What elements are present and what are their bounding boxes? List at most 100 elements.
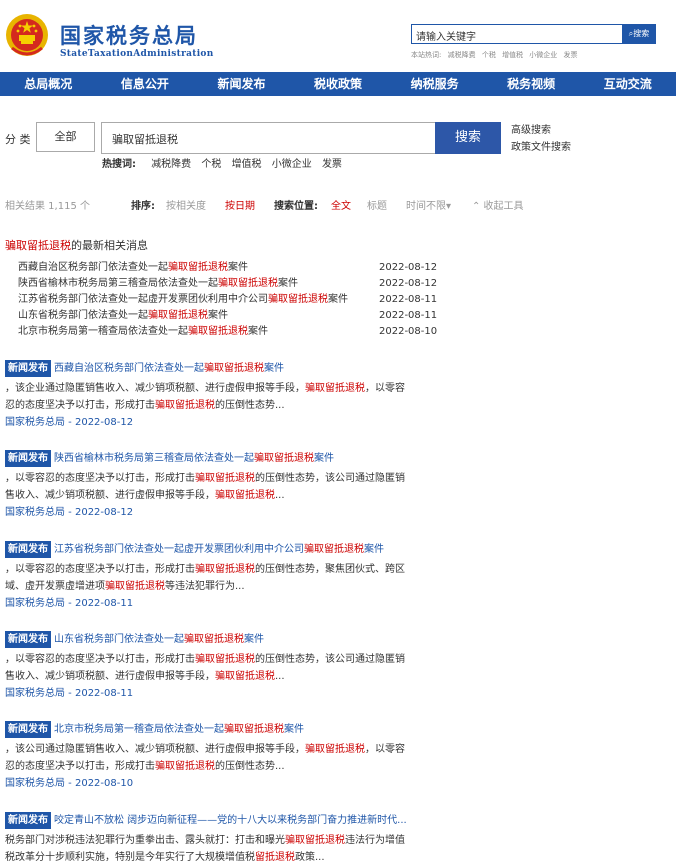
- category-select[interactable]: 全部: [36, 122, 95, 152]
- search-result: 新闻发布 北京市税务局第一稽查局依法查处一起骗取留抵退税案件 ，该公司通过隐匿销售…: [5, 720, 435, 792]
- result-summary: 税务部门对涉税违法犯罪行为重拳出击、露头就打：打击和曝光骗取留抵退税违法行为增值…: [5, 835, 405, 863]
- hot-word-link[interactable]: 个税: [482, 51, 496, 59]
- hot-search-words: 热搜词: 减税降费 个税 增值税 小微企业 发票: [102, 155, 349, 170]
- result-title-link[interactable]: 西藏自治区税务部门依法查处一起骗取留抵退税案件: [54, 363, 284, 374]
- latest-item[interactable]: 西藏自治区税务部门依法查处一起骗取留抵退税案件 2022-08-12: [18, 260, 448, 276]
- hot-search-word[interactable]: 发票: [322, 159, 342, 170]
- main-search-input[interactable]: 骗取留抵退税: [101, 122, 436, 154]
- latest-item[interactable]: 江苏省税务部门依法查处一起虚开发票团伙利用中介公司骗取留抵退税案件 2022-0…: [18, 292, 448, 308]
- hot-word-link[interactable]: 增值税: [502, 51, 523, 59]
- latest-item-keyword[interactable]: 骗取留抵退税: [218, 278, 278, 289]
- result-summary: ，以零容忍的态度坚决予以打击，形成打击骗取留抵退税的压倒性态势，该公司通过隐匿销…: [5, 473, 405, 501]
- national-emblem-icon[interactable]: [4, 10, 50, 60]
- hot-search-word[interactable]: 减税降费: [151, 159, 191, 170]
- latest-item-text[interactable]: 案件: [208, 310, 228, 321]
- latest-item-keyword[interactable]: 骗取留抵退税: [148, 310, 208, 321]
- hot-search-word[interactable]: 小微企业: [272, 159, 312, 170]
- result-source[interactable]: 国家税务总局 - 2022-08-10: [5, 775, 435, 792]
- nav-item-news[interactable]: 新闻发布: [193, 72, 290, 96]
- nav-item-overview[interactable]: 总局概况: [0, 72, 97, 96]
- nav-item-tax-service[interactable]: 纳税服务: [386, 72, 483, 96]
- result-source[interactable]: 国家税务总局 - 2022-08-11: [5, 595, 435, 612]
- latest-keyword: 骗取留抵退税: [5, 239, 71, 252]
- latest-item-date: 2022-08-12: [379, 278, 438, 289]
- nav-item-tax-video[interactable]: 税务视频: [483, 72, 580, 96]
- result-category-tag[interactable]: 新闻发布: [5, 631, 51, 648]
- latest-item[interactable]: 山东省税务部门依法查处一起骗取留抵退税案件 2022-08-11: [18, 308, 448, 324]
- site-logo-title[interactable]: 国家税务总局: [60, 20, 198, 50]
- hot-search-word[interactable]: 增值税: [232, 159, 262, 170]
- result-category-tag[interactable]: 新闻发布: [5, 450, 51, 467]
- latest-item-keyword[interactable]: 骗取留抵退税: [168, 262, 228, 273]
- site-logo-subtitle: StateTaxationAdministration: [60, 49, 214, 59]
- result-summary: ，以零容忍的态度坚决予以打击，形成打击骗取留抵退税的压倒性态势，聚焦团伙式、跨区…: [5, 564, 405, 592]
- hot-words-label: 本站热词:: [411, 51, 442, 59]
- latest-item-text[interactable]: 西藏自治区税务部门依法查处一起: [18, 262, 168, 273]
- latest-item-keyword[interactable]: 骗取留抵退税: [268, 294, 328, 305]
- search-result: 新闻发布 江苏省税务部门依法查处一起虚开发票团伙利用中介公司骗取留抵退税案件 ，以…: [5, 540, 435, 612]
- result-category-tag[interactable]: 新闻发布: [5, 721, 51, 738]
- site-header: 国家税务总局 StateTaxationAdministration 请输入关键…: [0, 0, 676, 72]
- result-title-link[interactable]: 北京市税务局第一稽查局依法查处一起骗取留抵退税案件: [54, 724, 304, 735]
- latest-item-date: 2022-08-11: [379, 294, 438, 305]
- latest-item-text[interactable]: 案件: [328, 294, 348, 305]
- result-title-link[interactable]: 咬定青山不放松 阔步迈向新征程——党的十八大以来税务部门奋力推进新时代...: [54, 815, 407, 826]
- result-source[interactable]: 国家税务总局 - 2022-08-11: [5, 685, 435, 702]
- hot-word-link[interactable]: 发票: [564, 51, 578, 59]
- collapse-tools-toggle[interactable]: ⌃ 收起工具: [472, 197, 524, 212]
- result-source[interactable]: 国家税务总局 - 2022-08-12: [5, 414, 435, 431]
- top-search-input[interactable]: 请输入关键字: [411, 24, 623, 44]
- latest-item-text[interactable]: 北京市税务局第一稽查局依法查处一起: [18, 326, 188, 337]
- latest-item-date: 2022-08-10: [379, 326, 438, 337]
- top-search-button[interactable]: ⌕搜索: [622, 24, 656, 44]
- result-category-tag[interactable]: 新闻发布: [5, 812, 51, 829]
- hot-search-label: 热搜词:: [102, 159, 136, 170]
- advanced-search-link[interactable]: 高级搜索: [511, 121, 551, 136]
- result-summary: ，该公司通过隐匿销售收入、减少销项税额、进行虚假申报等手段，骗取留抵退税，以零容…: [5, 744, 405, 772]
- latest-suffix: 的最新相关消息: [71, 239, 148, 252]
- category-label: 分 类: [5, 133, 31, 146]
- result-title-link[interactable]: 江苏省税务部门依法查处一起虚开发票团伙利用中介公司骗取留抵退税案件: [54, 544, 384, 555]
- search-result: 新闻发布 山东省税务部门依法查处一起骗取留抵退税案件 ，以零容忍的态度坚决予以打击…: [5, 630, 435, 702]
- position-title[interactable]: 标题: [367, 197, 387, 212]
- main-nav: 总局概况 信息公开 新闻发布 税收政策 纳税服务 税务视频 互动交流: [0, 72, 676, 96]
- position-all-text[interactable]: 全文: [331, 197, 351, 212]
- policy-search-link[interactable]: 政策文件搜索: [511, 138, 571, 153]
- hot-word-link[interactable]: 减税降费: [448, 51, 476, 59]
- result-summary: ，该企业通过隐匿销售收入、减少销项税额、进行虚假申报等手段，骗取留抵退税，以零容…: [5, 383, 405, 411]
- latest-item-keyword[interactable]: 骗取留抵退税: [188, 326, 248, 337]
- latest-item-text[interactable]: 案件: [228, 262, 248, 273]
- nav-item-info-public[interactable]: 信息公开: [97, 72, 194, 96]
- search-position-label: 搜索位置:: [274, 201, 318, 212]
- time-limit-dropdown[interactable]: 时间不限▾: [406, 197, 451, 212]
- result-title-link[interactable]: 陕西省榆林市税务局第三稽查局依法查处一起骗取留抵退税案件: [54, 453, 334, 464]
- latest-item[interactable]: 陕西省榆林市税务局第三稽查局依法查处一起骗取留抵退税案件 2022-08-12: [18, 276, 448, 292]
- result-count: 相关结果 1,115 个: [5, 201, 90, 212]
- latest-item[interactable]: 北京市税务局第一稽查局依法查处一起骗取留抵退税案件 2022-08-10: [18, 324, 448, 340]
- hot-search-word[interactable]: 个税: [201, 159, 221, 170]
- nav-item-interaction[interactable]: 互动交流: [579, 72, 676, 96]
- latest-item-text[interactable]: 江苏省税务部门依法查处一起虚开发票团伙利用中介公司: [18, 294, 268, 305]
- search-result: 新闻发布 西藏自治区税务部门依法查处一起骗取留抵退税案件 ，该企业通过隐匿销售收入…: [5, 359, 435, 431]
- hot-word-link[interactable]: 小微企业: [529, 51, 557, 59]
- latest-news-list: 西藏自治区税务部门依法查处一起骗取留抵退税案件 2022-08-12 陕西省榆林…: [18, 260, 448, 340]
- result-title-link[interactable]: 山东省税务部门依法查处一起骗取留抵退税案件: [54, 634, 264, 645]
- latest-news-heading: 骗取留抵退税的最新相关消息: [5, 237, 148, 253]
- nav-item-tax-policy[interactable]: 税收政策: [290, 72, 387, 96]
- sort-label: 排序:: [131, 201, 155, 212]
- latest-item-text[interactable]: 陕西省榆林市税务局第三稽查局依法查处一起: [18, 278, 218, 289]
- search-result: 新闻发布 咬定青山不放松 阔步迈向新征程——党的十八大以来税务部门奋力推进新时代.…: [5, 811, 435, 866]
- latest-item-text[interactable]: 山东省税务部门依法查处一起: [18, 310, 148, 321]
- result-summary: ，以零容忍的态度坚决予以打击，形成打击骗取留抵退税的压倒性态势，该公司通过隐匿销…: [5, 654, 405, 682]
- top-search-button-label: 搜索: [633, 29, 650, 38]
- result-category-tag[interactable]: 新闻发布: [5, 360, 51, 377]
- latest-item-text[interactable]: 案件: [278, 278, 298, 289]
- result-category-tag[interactable]: 新闻发布: [5, 541, 51, 558]
- latest-item-date: 2022-08-11: [379, 310, 438, 321]
- latest-item-date: 2022-08-12: [379, 262, 438, 273]
- main-search-button[interactable]: 搜索: [435, 122, 501, 154]
- sort-by-date[interactable]: 按日期: [225, 197, 255, 212]
- sort-by-relevance[interactable]: 按相关度: [166, 197, 206, 212]
- result-source[interactable]: 国家税务总局 - 2022-08-12: [5, 504, 435, 521]
- latest-item-text[interactable]: 案件: [248, 326, 268, 337]
